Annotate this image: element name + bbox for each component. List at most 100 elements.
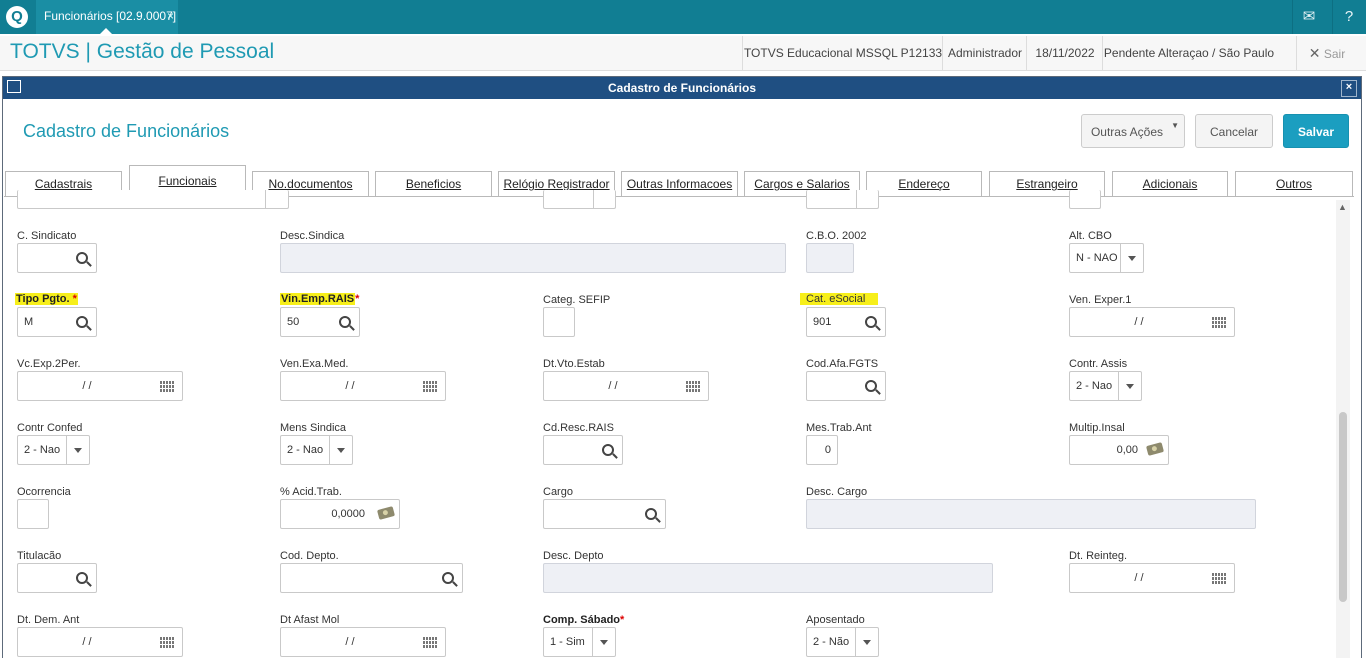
chevron-down-icon: ▼	[1171, 121, 1179, 130]
cd-resc-rais-input[interactable]	[543, 435, 623, 465]
tab-close-icon[interactable]: ×	[167, 0, 174, 32]
calendar-icon[interactable]	[423, 637, 437, 648]
cat-esocial-label: Cat. eSocial	[800, 293, 879, 305]
scroll-up-icon[interactable]: ▲	[1338, 202, 1347, 212]
chevron-down-icon[interactable]	[1118, 372, 1141, 400]
mail-icon[interactable]: ✉	[1292, 0, 1325, 34]
cod-depto-input[interactable]	[280, 563, 463, 593]
desc-sindica-field	[280, 243, 786, 273]
dt-reinteg-label: Dt. Reinteg.	[1069, 550, 1128, 562]
tab-endereco[interactable]: Endereço	[866, 171, 982, 196]
mes-trab-ant-input[interactable]: 0	[806, 435, 838, 465]
exit-label: Sair	[1323, 47, 1346, 61]
c-sindicato-input[interactable]	[17, 243, 97, 273]
calendar-icon[interactable]	[160, 381, 174, 392]
aposentado-select[interactable]: 2 - Não	[806, 627, 879, 657]
categ-sefip-input[interactable]	[543, 307, 575, 337]
search-icon[interactable]	[442, 572, 454, 584]
acid-trab-label: % Acid.Trab.	[280, 486, 342, 498]
contr-confed-select[interactable]: 2 - Nao	[17, 435, 90, 465]
search-icon[interactable]	[865, 316, 877, 328]
contr-assis-label: Contr. Assis	[1069, 358, 1128, 370]
ocorrencia-input[interactable]	[17, 499, 49, 529]
search-icon[interactable]	[339, 316, 351, 328]
calendar-icon[interactable]	[1212, 573, 1226, 584]
tab-adicionais[interactable]: Adicionais	[1112, 171, 1228, 196]
chevron-down-icon[interactable]	[329, 436, 352, 464]
search-icon[interactable]	[865, 380, 877, 392]
aposentado-value: 2 - Não	[813, 636, 850, 648]
multip-insal-input[interactable]: 0,00	[1069, 435, 1169, 465]
dt-dem-ant-date[interactable]: / /	[17, 627, 183, 657]
mens-sindica-select[interactable]: 2 - Nao	[280, 435, 353, 465]
ven-exper-1-date[interactable]: / /	[1069, 307, 1235, 337]
tab-funcionarios[interactable]: Funcionários [02.9.0007] ×	[36, 0, 178, 34]
search-icon[interactable]	[76, 572, 88, 584]
comp-sabado-select[interactable]: 1 - Sim	[543, 627, 616, 657]
calendar-icon[interactable]	[160, 637, 174, 648]
date-info: 18/11/2022	[1026, 36, 1103, 70]
cargo-label: Cargo	[543, 486, 573, 498]
chevron-down-icon[interactable]	[1120, 244, 1143, 272]
money-icon[interactable]	[376, 506, 396, 520]
mes-trab-ant-label: Mes.Trab.Ant	[806, 422, 872, 434]
comp-sabado-label-text: Comp. Sábado	[543, 614, 621, 626]
other-actions-label: Outras Ações	[1090, 125, 1164, 139]
chevron-down-icon[interactable]	[592, 628, 615, 656]
other-actions-button[interactable]: Outras Ações ▼	[1081, 114, 1185, 148]
chevron-down-icon[interactable]	[855, 628, 878, 656]
cargo-input[interactable]	[543, 499, 666, 529]
desc-sindica-label: Desc.Sindica	[280, 230, 345, 242]
dt-afast-mol-value: / /	[345, 636, 355, 648]
totvs-logo-icon[interactable]: Q	[6, 6, 28, 28]
help-icon[interactable]: ?	[1332, 0, 1365, 34]
branch-info[interactable]: Pendente Alteraçao / São Paulo	[1102, 36, 1275, 70]
cancel-button[interactable]: Cancelar	[1195, 114, 1273, 148]
cat-esocial-input[interactable]: 901	[806, 307, 886, 337]
contr-assis-select[interactable]: 2 - Nao	[1069, 371, 1142, 401]
exit-button[interactable]: ✕ Sair	[1296, 36, 1357, 70]
c-sindicato-label: C. Sindicato	[17, 230, 77, 242]
tab-outros[interactable]: Outros	[1235, 171, 1353, 196]
save-button[interactable]: Salvar	[1283, 114, 1349, 148]
tipo-pgto-input[interactable]: M	[17, 307, 97, 337]
comp-sabado-value: 1 - Sim	[550, 636, 585, 648]
titulacao-input[interactable]	[17, 563, 97, 593]
ven-exa-med-date[interactable]: / /	[280, 371, 446, 401]
partial-field[interactable]	[17, 190, 289, 209]
dt-afast-mol-date[interactable]: / /	[280, 627, 446, 657]
search-icon[interactable]	[602, 444, 614, 456]
vc-exp-2per-date[interactable]: / /	[17, 371, 183, 401]
money-icon[interactable]	[1145, 442, 1165, 456]
dt-reinteg-date[interactable]: / /	[1069, 563, 1235, 593]
scroll-thumb[interactable]	[1339, 412, 1347, 602]
tab-outras-informacoes[interactable]: Outras Informacoes	[621, 171, 738, 196]
search-icon[interactable]	[76, 316, 88, 328]
dt-reinteg-value: / /	[1134, 572, 1144, 584]
calendar-icon[interactable]	[686, 381, 700, 392]
calendar-icon[interactable]	[1212, 317, 1226, 328]
alt-cbo-select[interactable]: N - NAO	[1069, 243, 1144, 273]
search-icon[interactable]	[645, 508, 657, 520]
contr-confed-value: 2 - Nao	[24, 444, 61, 456]
calendar-icon[interactable]	[423, 381, 437, 392]
partial-field[interactable]	[1069, 190, 1101, 209]
chevron-down-icon[interactable]	[66, 436, 89, 464]
cod-afa-fgts-input[interactable]	[806, 371, 886, 401]
window-close-icon[interactable]: ×	[1341, 80, 1357, 97]
cat-esocial-label-text: Cat. eSocial	[800, 293, 879, 305]
cd-resc-rais-label: Cd.Resc.RAIS	[543, 422, 614, 434]
mens-sindica-label: Mens Sindica	[280, 422, 347, 434]
aposentado-label: Aposentado	[806, 614, 865, 626]
tipo-pgto-label: Tipo Pgto. *	[15, 293, 78, 305]
form-scrollbar[interactable]: ▲	[1336, 200, 1350, 658]
tab-beneficios[interactable]: Beneficios	[375, 171, 492, 196]
desc-cargo-label: Desc. Cargo	[806, 486, 868, 498]
search-icon[interactable]	[76, 252, 88, 264]
dt-vto-estab-date[interactable]: / /	[543, 371, 709, 401]
vin-emp-rais-input[interactable]: 50	[280, 307, 360, 337]
cod-depto-label: Cod. Depto.	[280, 550, 339, 562]
partial-field[interactable]	[543, 190, 616, 209]
acid-trab-input[interactable]: 0,0000	[280, 499, 400, 529]
partial-field[interactable]	[806, 190, 879, 209]
